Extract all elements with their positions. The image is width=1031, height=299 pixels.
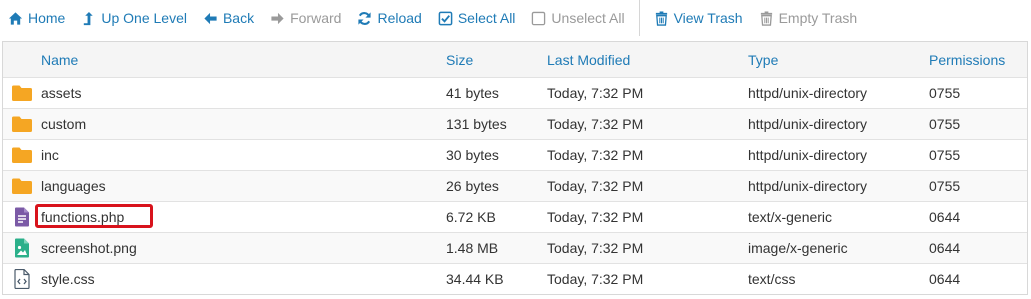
file-permissions[interactable]: 0755 bbox=[929, 116, 1027, 132]
checked-box-icon bbox=[438, 11, 453, 25]
folder-icon bbox=[12, 116, 32, 132]
file-permissions[interactable]: 0755 bbox=[929, 85, 1027, 101]
file-permissions[interactable]: 0755 bbox=[929, 178, 1027, 194]
table-row[interactable]: languages 26 bytes Today, 7:32 PM httpd/… bbox=[3, 170, 1027, 201]
back-label: Back bbox=[222, 10, 255, 26]
table-row[interactable]: screenshot.png 1.48 MB Today, 7:32 PM im… bbox=[3, 232, 1027, 263]
select-all-label: Select All bbox=[457, 10, 516, 26]
home-label: Home bbox=[28, 10, 66, 26]
column-header-name[interactable]: Name bbox=[41, 52, 446, 68]
file-name[interactable]: assets bbox=[41, 85, 446, 101]
file-modified: Today, 7:32 PM bbox=[547, 240, 644, 256]
table-row[interactable]: custom 131 bytes Today, 7:32 PM httpd/un… bbox=[3, 108, 1027, 139]
folder-icon bbox=[12, 178, 32, 194]
view-trash-button[interactable]: View Trash bbox=[646, 0, 751, 36]
select-all-button[interactable]: Select All bbox=[430, 0, 524, 36]
file-modified: Today, 7:32 PM bbox=[547, 209, 644, 225]
arrow-right-icon bbox=[271, 12, 284, 24]
code-file-icon bbox=[14, 269, 30, 289]
file-permissions[interactable]: 0644 bbox=[929, 240, 1027, 256]
file-type: httpd/unix-directory bbox=[748, 85, 868, 101]
back-button[interactable]: Back bbox=[195, 0, 262, 36]
trash-icon bbox=[760, 10, 772, 26]
empty-trash-label: Empty Trash bbox=[778, 10, 858, 26]
text-file-icon bbox=[15, 207, 29, 227]
file-permissions[interactable]: 0755 bbox=[929, 147, 1027, 163]
file-type: text/css bbox=[748, 271, 796, 287]
up-one-level-button[interactable]: Up One Level bbox=[73, 0, 195, 36]
folder-icon bbox=[12, 147, 32, 163]
empty-checkbox-icon bbox=[532, 11, 546, 25]
file-modified: Today, 7:32 PM bbox=[547, 116, 644, 132]
table-row[interactable]: style.css 34.44 KB Today, 7:32 PM text/c… bbox=[3, 263, 1027, 294]
empty-trash-button[interactable]: Empty Trash bbox=[751, 0, 866, 36]
up-one-level-label: Up One Level bbox=[101, 10, 187, 26]
table-row[interactable]: inc 30 bytes Today, 7:32 PM httpd/unix-d… bbox=[3, 139, 1027, 170]
home-button[interactable]: Home bbox=[0, 0, 73, 36]
view-trash-label: View Trash bbox=[673, 10, 743, 26]
home-icon bbox=[8, 11, 23, 25]
toolbar-divider bbox=[638, 0, 640, 36]
file-modified: Today, 7:32 PM bbox=[547, 271, 644, 287]
file-name[interactable]: languages bbox=[41, 178, 446, 194]
file-manager-toolbar: Home Up One Level Back Forward Reload Se… bbox=[0, 0, 1031, 36]
file-type: httpd/unix-directory bbox=[748, 147, 868, 163]
file-name[interactable]: custom bbox=[41, 116, 446, 132]
file-size: 1.48 MB bbox=[446, 240, 499, 256]
file-name[interactable]: inc bbox=[41, 147, 446, 163]
file-permissions[interactable]: 0644 bbox=[929, 209, 1027, 225]
file-type: httpd/unix-directory bbox=[748, 116, 868, 132]
reload-icon bbox=[358, 11, 372, 25]
file-name[interactable]: screenshot.png bbox=[41, 240, 446, 256]
file-size: 41 bytes bbox=[446, 85, 499, 101]
file-list-table: Name Size Last Modified Type Permissions… bbox=[2, 41, 1028, 295]
unselect-all-label: Unselect All bbox=[551, 10, 625, 26]
reload-label: Reload bbox=[377, 10, 422, 26]
highlight-box bbox=[35, 204, 153, 228]
file-size: 34.44 KB bbox=[446, 271, 504, 287]
forward-button[interactable]: Forward bbox=[262, 0, 349, 36]
file-size: 26 bytes bbox=[446, 178, 499, 194]
file-modified: Today, 7:32 PM bbox=[547, 147, 644, 163]
forward-label: Forward bbox=[290, 10, 342, 26]
reload-button[interactable]: Reload bbox=[349, 0, 429, 36]
table-row[interactable]: functions.php 6.72 KB Today, 7:32 PM tex… bbox=[3, 201, 1027, 232]
column-header-size[interactable]: Size bbox=[446, 52, 547, 68]
file-type: httpd/unix-directory bbox=[748, 178, 868, 194]
table-row[interactable]: assets 41 bytes Today, 7:32 PM httpd/uni… bbox=[3, 77, 1027, 108]
folder-icon bbox=[12, 85, 32, 101]
table-header-row: Name Size Last Modified Type Permissions bbox=[3, 42, 1027, 77]
file-size: 30 bytes bbox=[446, 147, 499, 163]
unselect-all-button[interactable]: Unselect All bbox=[523, 0, 632, 36]
file-type: text/x-generic bbox=[748, 209, 833, 225]
file-size: 6.72 KB bbox=[446, 209, 496, 225]
column-header-permissions[interactable]: Permissions bbox=[929, 52, 1027, 68]
arrow-left-icon bbox=[204, 12, 217, 24]
file-name[interactable]: style.css bbox=[41, 271, 446, 287]
file-modified: Today, 7:32 PM bbox=[547, 178, 644, 194]
file-permissions[interactable]: 0644 bbox=[929, 271, 1027, 287]
file-size: 131 bytes bbox=[446, 116, 507, 132]
file-modified: Today, 7:32 PM bbox=[547, 85, 644, 101]
image-file-icon bbox=[15, 238, 29, 258]
trash-icon bbox=[655, 10, 667, 26]
level-up-icon bbox=[84, 11, 94, 25]
column-header-type[interactable]: Type bbox=[748, 52, 929, 68]
column-header-last-modified[interactable]: Last Modified bbox=[547, 52, 748, 68]
file-type: image/x-generic bbox=[748, 240, 848, 256]
